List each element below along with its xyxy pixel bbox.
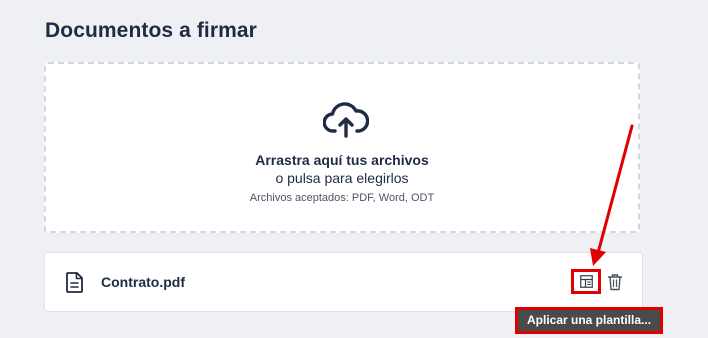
accepted-formats-hint: Archivos aceptados: PDF, Word, ODT — [249, 192, 435, 204]
apply-template-tooltip: Aplicar una plantilla... — [515, 307, 664, 334]
cloud-upload-icon — [322, 101, 370, 139]
file-name: Contrato.pdf — [101, 274, 185, 290]
file-dropzone[interactable]: Arrastra aquí tus archivos o pulsa para … — [44, 62, 640, 233]
dropzone-primary-text: Arrastra aquí tus archivos — [255, 152, 429, 168]
delete-file-button[interactable] — [607, 273, 623, 291]
document-icon — [66, 272, 83, 293]
template-icon — [580, 275, 593, 288]
trash-icon — [607, 274, 623, 291]
apply-template-button[interactable] — [571, 269, 601, 294]
dropzone-secondary-text: o pulsa para elegirlos — [275, 170, 409, 186]
file-row: Contrato.pdf — [44, 252, 643, 312]
section-title: Documentos a firmar — [45, 19, 257, 42]
